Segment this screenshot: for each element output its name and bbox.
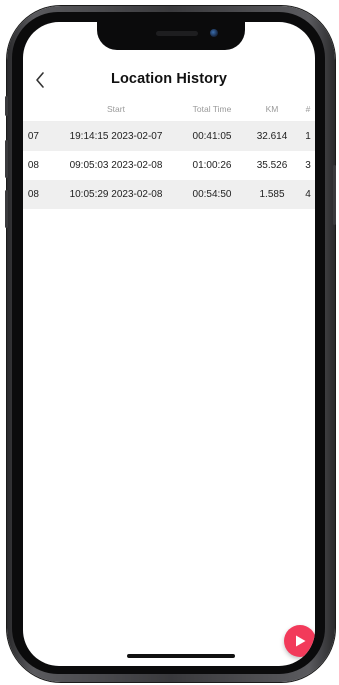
previous-column-cell: 07 — [27, 131, 39, 142]
number-cell: 1 — [305, 131, 311, 142]
total-time-cell: 01:00:26 — [192, 160, 232, 171]
total-time-cell: 00:54:50 — [192, 189, 232, 200]
start-cell: 19:14:15 2023-02-07 — [69, 131, 163, 142]
number-cell: 4 — [305, 189, 311, 200]
column-header-total-time[interactable]: Total Time — [177, 97, 247, 121]
previous-column-cell: 08 — [27, 189, 39, 200]
page-title: Location History — [111, 71, 227, 87]
volume-up-button — [5, 140, 8, 178]
km-cell: 35.526 — [256, 160, 288, 171]
volume-down-button — [5, 190, 8, 228]
column-header-number[interactable]: # — [301, 97, 315, 121]
navigation-bar: Location History — [23, 66, 315, 94]
table-row[interactable]: 08 09:05:03 2023-02-08 01:00:26 35.526 3 — [23, 151, 315, 180]
notch — [97, 22, 245, 50]
play-button[interactable] — [284, 625, 315, 657]
column-header-km[interactable]: KM — [249, 97, 295, 121]
previous-column-cell: 08 — [27, 160, 39, 171]
table-row[interactable]: 08 10:05:29 2023-02-08 00:54:50 1.585 4 — [23, 180, 315, 209]
earpiece-speaker — [156, 31, 198, 36]
play-icon — [296, 635, 306, 647]
km-cell: 1.585 — [259, 189, 285, 200]
device-mockup: Location History Start Total Time KM # 0… — [0, 0, 339, 685]
home-indicator[interactable] — [127, 654, 235, 658]
total-time-cell: 00:41:05 — [192, 131, 232, 142]
table-header: Start Total Time KM # — [23, 97, 315, 122]
silent-switch — [5, 96, 8, 116]
front-camera — [210, 29, 218, 37]
km-cell: 32.614 — [256, 131, 288, 142]
number-cell: 3 — [305, 160, 311, 171]
power-button — [333, 165, 336, 225]
table-row[interactable]: 07 19:14:15 2023-02-07 00:41:05 32.614 1 — [23, 122, 315, 151]
column-header-start[interactable]: Start — [63, 97, 169, 121]
app-screen: Location History Start Total Time KM # 0… — [23, 22, 315, 666]
start-cell: 10:05:29 2023-02-08 — [69, 189, 163, 200]
start-cell: 09:05:03 2023-02-08 — [69, 160, 163, 171]
